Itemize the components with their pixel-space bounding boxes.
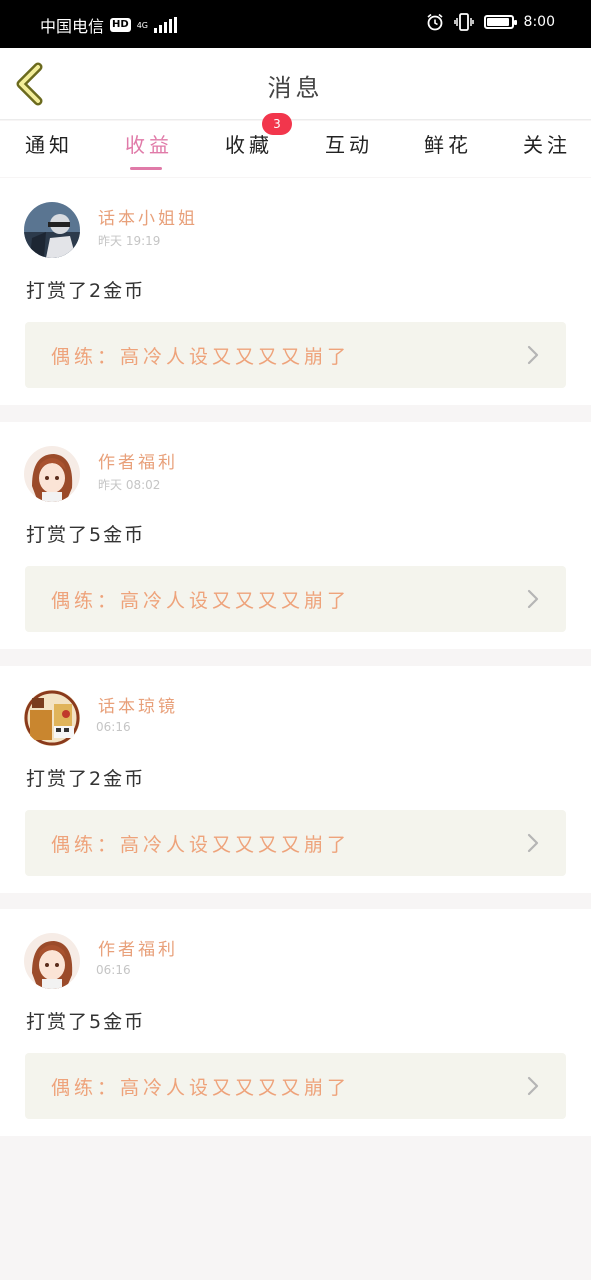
status-right: 8:00 xyxy=(426,13,555,31)
avatar[interactable] xyxy=(24,933,80,989)
network-label: 4G xyxy=(136,20,148,30)
tab-favorites[interactable]: 收藏 xyxy=(225,129,273,158)
timestamp: 昨天 19:19 xyxy=(98,234,161,248)
app-header: 消息 xyxy=(0,48,591,120)
battery-icon xyxy=(483,15,517,29)
tab-bar: 通知 收益 收藏 3 互动 鲜花 关注 xyxy=(0,113,591,177)
favorites-badge: 3 xyxy=(262,113,292,135)
signal-icon xyxy=(153,17,177,33)
work-link[interactable]: 偶练：高冷人设又又又又崩了 xyxy=(25,322,566,388)
notification-card: 话本琼镜 06:16 打赏了2金币 偶练：高冷人设又又又又崩了 xyxy=(0,666,591,893)
avatar[interactable] xyxy=(24,202,80,258)
work-link[interactable]: 偶练：高冷人设又又又又崩了 xyxy=(25,1053,566,1119)
timestamp: 昨天 08:02 xyxy=(98,478,161,492)
tab-notice[interactable]: 通知 xyxy=(25,129,73,158)
tab-earnings[interactable]: 收益 xyxy=(125,129,173,158)
tab-flowers[interactable]: 鲜花 xyxy=(424,129,472,158)
notification-card: 作者福利 昨天 08:02 打赏了5金币 偶练：高冷人设又又又又崩了 xyxy=(0,422,591,649)
work-link[interactable]: 偶练：高冷人设又又又又崩了 xyxy=(25,810,566,876)
timestamp: 06:16 xyxy=(96,963,131,977)
reward-message: 打赏了5金币 xyxy=(26,1011,146,1033)
vibrate-icon xyxy=(453,13,474,31)
reward-message: 打赏了2金币 xyxy=(26,768,146,790)
tab-interactions[interactable]: 互动 xyxy=(325,129,373,158)
notification-card: 作者福利 06:16 打赏了5金币 偶练：高冷人设又又又又崩了 xyxy=(0,909,591,1136)
reward-message: 打赏了5金币 xyxy=(26,524,146,546)
page-title: 消息 xyxy=(267,74,324,102)
work-title: 偶练：高冷人设又又又又崩了 xyxy=(51,590,351,612)
alarm-icon xyxy=(427,13,443,31)
tab-following[interactable]: 关注 xyxy=(523,129,571,158)
clock-label: 8:00 xyxy=(523,14,555,30)
work-title: 偶练：高冷人设又又又又崩了 xyxy=(51,1077,351,1099)
chevron-right-icon xyxy=(527,833,539,853)
notification-card: 话本小姐姐 昨天 19:19 打赏了2金币 偶练：高冷人设又又又又崩了 xyxy=(0,178,591,405)
hd-icon: HD xyxy=(110,18,131,32)
username[interactable]: 作者福利 xyxy=(98,448,178,473)
avatar[interactable] xyxy=(24,446,80,502)
reward-message: 打赏了2金币 xyxy=(26,280,146,302)
chevron-right-icon xyxy=(527,1076,539,1096)
status-left: 中国电信 HD 4G xyxy=(40,13,177,37)
active-tab-indicator xyxy=(130,167,162,170)
timestamp: 06:16 xyxy=(96,720,131,734)
carrier-label: 中国电信 xyxy=(40,17,105,36)
chevron-right-icon xyxy=(527,589,539,609)
username[interactable]: 话本琼镜 xyxy=(98,692,178,717)
username[interactable]: 话本小姐姐 xyxy=(98,204,198,229)
status-bar: 中国电信 HD 4G 8:00 xyxy=(0,0,591,48)
username[interactable]: 作者福利 xyxy=(98,935,178,960)
work-title: 偶练：高冷人设又又又又崩了 xyxy=(51,834,351,856)
work-title: 偶练：高冷人设又又又又崩了 xyxy=(51,346,351,368)
avatar[interactable] xyxy=(24,690,80,746)
work-link[interactable]: 偶练：高冷人设又又又又崩了 xyxy=(25,566,566,632)
chevron-right-icon xyxy=(527,345,539,365)
